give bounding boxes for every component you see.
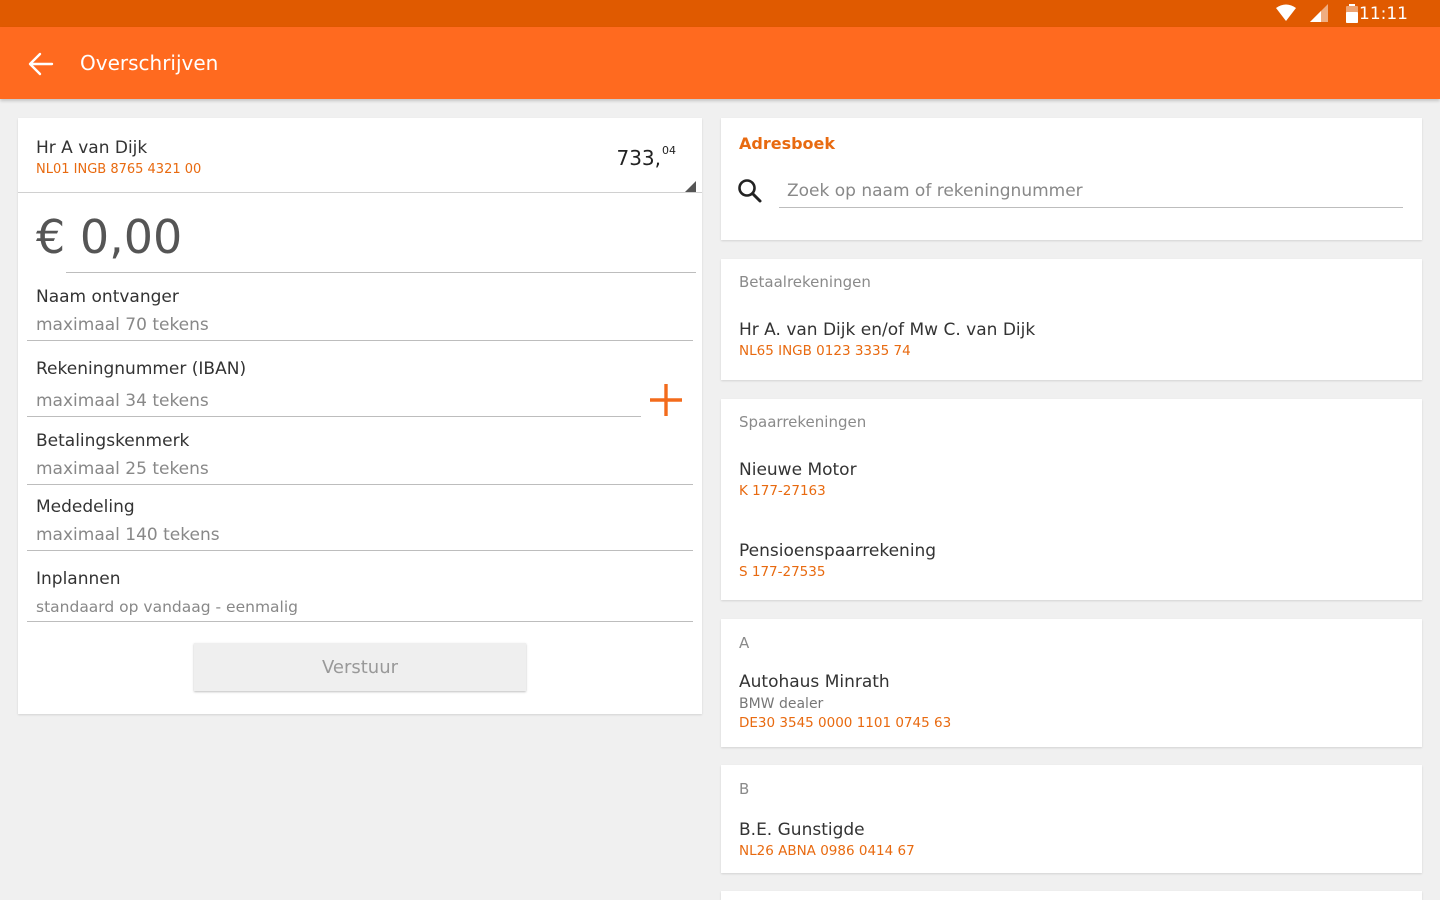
from-account-selector[interactable]: Hr A van Dijk NL01 INGB 8765 4321 00 733… <box>18 118 702 193</box>
back-arrow-icon[interactable] <box>28 51 54 77</box>
recipient-name-field[interactable]: Naam ontvanger maximaal 70 tekens <box>27 284 693 341</box>
search-icon <box>738 179 762 203</box>
from-account-balance: 733,04 <box>616 144 676 170</box>
section-a: A Autohaus Minrath BMW dealer DE30 3545 … <box>721 619 1422 747</box>
list-item[interactable]: Nieuwe Motor K 177-27163 <box>739 460 1399 499</box>
dropdown-corner-icon <box>685 181 696 192</box>
addressbook-title: Adresboek <box>739 134 836 153</box>
from-account-name: Hr A van Dijk <box>36 138 148 158</box>
list-item[interactable]: B.E. Gunstigde NL26 ABNA 0986 0414 67 <box>739 820 1399 859</box>
wifi-icon <box>1276 4 1296 21</box>
schedule-field[interactable]: Inplannen standaard op vandaag - eenmali… <box>27 566 693 622</box>
signal-icon <box>1310 4 1328 22</box>
transfer-form: Hr A van Dijk NL01 INGB 8765 4321 00 733… <box>18 118 702 714</box>
send-button[interactable]: Verstuur <box>194 643 526 691</box>
addressbook-card: Adresboek <box>721 118 1422 240</box>
addressbook-search-input[interactable] <box>779 174 1403 208</box>
section-title: A <box>739 634 750 652</box>
list-item[interactable]: Hr A. van Dijk en/of Mw C. van Dijk NL65… <box>739 320 1399 359</box>
status-bar: 11:11 <box>0 0 1440 27</box>
description-field[interactable]: Mededeling maximaal 140 tekens <box>27 494 693 551</box>
amount-display[interactable]: € 0,00 <box>36 210 182 264</box>
from-account-iban: NL01 INGB 8765 4321 00 <box>36 162 202 177</box>
section-title: Betaalrekeningen <box>739 273 871 291</box>
page-title: Overschrijven <box>80 51 219 75</box>
status-time: 11:11 <box>1359 4 1408 24</box>
battery-icon <box>1346 4 1358 23</box>
list-item[interactable]: Pensioenspaarrekening S 177-27535 <box>739 541 1399 580</box>
section-title: B <box>739 780 750 798</box>
section-spaarrekeningen: Spaarrekeningen Nieuwe Motor K 177-27163… <box>721 399 1422 600</box>
iban-field[interactable]: Rekeningnummer (IBAN) maximaal 34 tekens <box>27 356 641 417</box>
amount-underline <box>66 272 696 273</box>
app-bar: Overschrijven <box>0 27 1440 99</box>
section-title: Spaarrekeningen <box>739 413 867 431</box>
next-section-card <box>721 891 1422 900</box>
list-item[interactable]: Autohaus Minrath BMW dealer DE30 3545 00… <box>739 672 1399 731</box>
section-betaalrekeningen: Betaalrekeningen Hr A. van Dijk en/of Mw… <box>721 259 1422 380</box>
add-contact-plus-icon[interactable] <box>648 382 684 418</box>
section-b: B B.E. Gunstigde NL26 ABNA 0986 0414 67 <box>721 765 1422 873</box>
payment-reference-field[interactable]: Betalingskenmerk maximaal 25 tekens <box>27 428 693 485</box>
